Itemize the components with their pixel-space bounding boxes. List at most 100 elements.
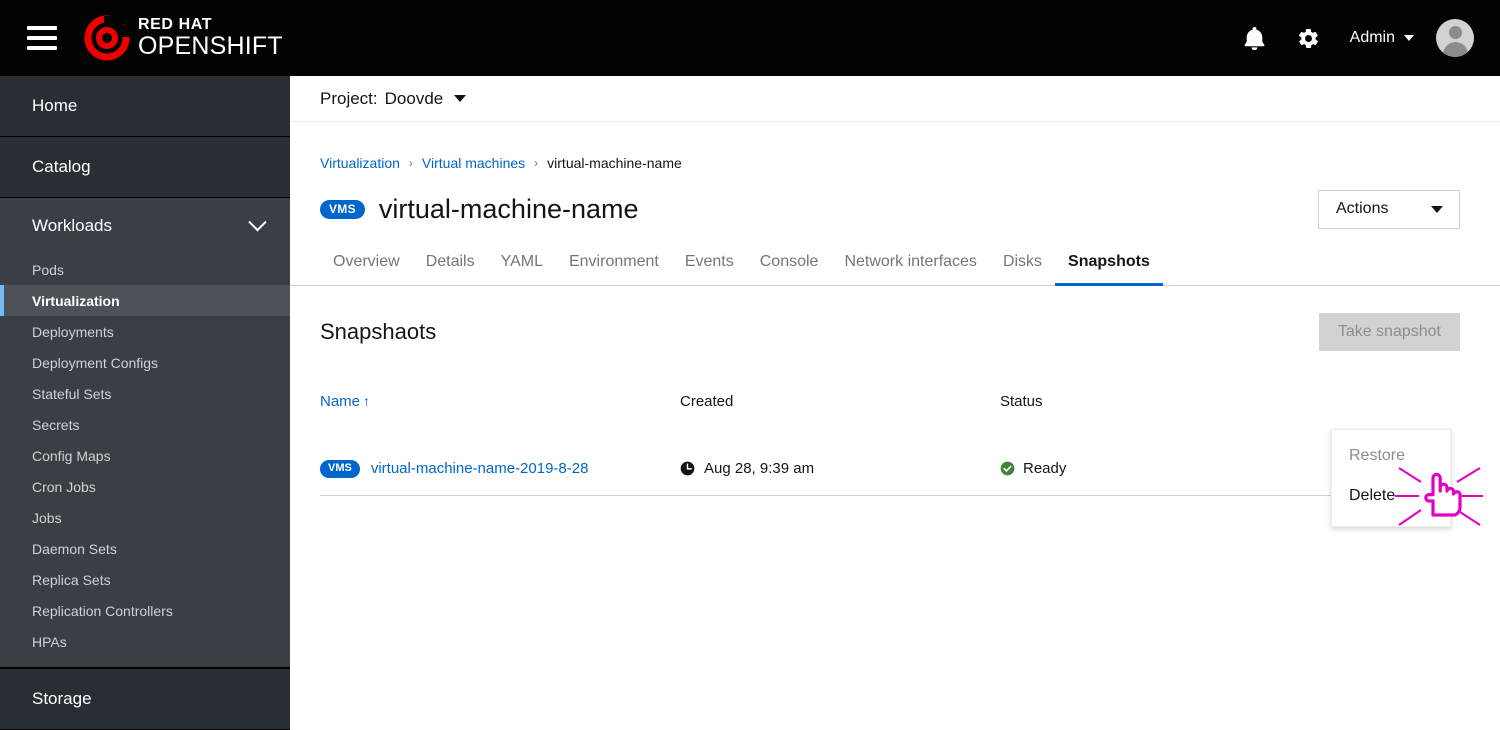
masthead: RED HAT OPENSHIFT Admin: [0, 0, 1500, 76]
user-menu[interactable]: Admin: [1350, 29, 1414, 47]
menu-item-label: Restore: [1349, 447, 1406, 464]
menu-item-delete[interactable]: Delete: [1332, 476, 1450, 516]
openshift-console: RED HAT OPENSHIFT Admin Home Catalog Wor…: [0, 0, 1500, 730]
sidebar-group-workloads: Workloads Pods Virtualization Deployment…: [0, 198, 290, 668]
sidebar-item-replication-controllers[interactable]: Replication Controllers: [0, 595, 290, 626]
table-row: VMS virtual-machine-name-2019-8-28 Aug 2…: [320, 442, 1460, 496]
sidebar-bottom-section: Storage: [0, 668, 290, 730]
project-value: Doovde: [384, 88, 444, 108]
sidebar-item-daemon-sets[interactable]: Daemon Sets: [0, 533, 290, 564]
sidebar-item-replica-sets[interactable]: Replica Sets: [0, 564, 290, 595]
clock-icon: [680, 461, 695, 476]
masthead-actions: Admin: [1228, 11, 1500, 65]
tab-environment[interactable]: Environment: [556, 253, 672, 286]
sidebar-item-hpas[interactable]: HPAs: [0, 626, 290, 657]
sidebar-item-label: Jobs: [32, 509, 62, 526]
breadcrumb-link-virtual-machines[interactable]: Virtual machines: [422, 155, 525, 171]
caret-down-icon: [454, 95, 467, 102]
sidebar-item-label: Config Maps: [32, 447, 111, 464]
status-badge: Ready: [1023, 460, 1067, 477]
sidebar-item-label: Deployment Configs: [32, 354, 159, 371]
sidebar-item-label: Replica Sets: [32, 571, 111, 588]
logo-openshift-text: OPENSHIFT: [138, 32, 283, 60]
tab-label: Overview: [333, 253, 400, 270]
breadcrumb-separator-icon: ›: [408, 156, 413, 170]
sidebar-item-label: Virtualization: [32, 292, 120, 309]
sidebar-item-label: HPAs: [32, 633, 67, 650]
tab-events[interactable]: Events: [672, 253, 747, 286]
tab-overview[interactable]: Overview: [320, 253, 413, 286]
sidebar-item-secrets[interactable]: Secrets: [0, 409, 290, 440]
main-content: Project: Doovde Virtualization › Virtual…: [290, 76, 1500, 730]
tab-disks[interactable]: Disks: [990, 253, 1055, 286]
bell-icon[interactable]: [1228, 11, 1282, 65]
column-header-created[interactable]: Created: [680, 393, 733, 410]
snapshots-table: Name ↑ Created Status VMS virtual-machin…: [290, 388, 1500, 527]
tab-label: Environment: [568, 253, 659, 270]
bell-glyph: [1244, 26, 1265, 50]
breadcrumb-link-virtualization[interactable]: Virtualization: [320, 155, 400, 171]
chevron-down-icon: [1404, 35, 1414, 41]
sidebar-item-label: Stateful Sets: [32, 385, 112, 402]
gear-icon[interactable]: [1282, 11, 1336, 65]
sidebar-top-section: Home Catalog: [0, 76, 290, 198]
sidebar-item-cron-jobs[interactable]: Cron Jobs: [0, 471, 290, 502]
sidebar-group-label: Workloads: [32, 216, 112, 235]
snapshot-name-link[interactable]: virtual-machine-name-2019-8-28: [371, 460, 589, 477]
sidebar-item-home[interactable]: Home: [0, 76, 290, 137]
resource-badge: VMS: [320, 199, 365, 219]
column-header-name[interactable]: Name ↑: [320, 393, 370, 410]
actions-button[interactable]: Actions: [1318, 189, 1460, 229]
redhat-openshift-logo[interactable]: RED HAT OPENSHIFT: [84, 15, 283, 61]
table-header-row: Name ↑ Created Status: [320, 388, 1460, 414]
sidebar-item-label: Catalog: [32, 157, 91, 176]
row-actions-dropdown: Restore Delete: [1331, 429, 1451, 527]
chevron-down-icon: [248, 212, 267, 231]
tab-label: Events: [684, 253, 734, 270]
sidebar-item-label: Secrets: [32, 416, 80, 433]
created-timestamp: Aug 28, 9:39 am: [704, 460, 815, 477]
sidebar-item-label: Home: [32, 96, 78, 115]
sidebar-item-virtualization[interactable]: Virtualization: [0, 285, 290, 316]
tab-label: Snapshots: [1068, 253, 1150, 270]
sidebar-item-pods[interactable]: Pods: [0, 254, 290, 285]
gear-glyph: [1299, 28, 1319, 48]
snapshots-section-header: Snapshaots Take snapshot: [290, 312, 1500, 352]
breadcrumb-separator-icon: ›: [534, 156, 539, 170]
avatar[interactable]: [1436, 19, 1474, 57]
sidebar-item-jobs[interactable]: Jobs: [0, 502, 290, 533]
sidebar-item-config-maps[interactable]: Config Maps: [0, 440, 290, 471]
column-header-status[interactable]: Status: [1000, 393, 1043, 410]
sidebar-item-label: Pods: [32, 261, 64, 278]
sort-ascending-icon: ↑: [363, 393, 371, 409]
sidebar-item-stateful-sets[interactable]: Stateful Sets: [0, 378, 290, 409]
user-menu-label: Admin: [1349, 29, 1395, 46]
tab-label: Network interfaces: [844, 253, 977, 270]
breadcrumb: Virtualization › Virtual machines › virt…: [290, 146, 1500, 180]
sidebar-item-storage[interactable]: Storage: [0, 669, 290, 730]
caret-down-icon: [1431, 205, 1443, 213]
tab-snapshots[interactable]: Snapshots: [1055, 253, 1163, 286]
tab-yaml[interactable]: YAML: [488, 253, 556, 286]
sidebar-item-deployment-configs[interactable]: Deployment Configs: [0, 347, 290, 378]
sidebar-group-header-workloads[interactable]: Workloads: [0, 198, 290, 254]
sidebar-item-deployments[interactable]: Deployments: [0, 316, 290, 347]
cell-name: VMS virtual-machine-name-2019-8-28: [320, 459, 680, 478]
logo-redhat-text: RED HAT: [138, 16, 213, 33]
redhat-logo-icon: [84, 15, 130, 61]
column-header-label: Name: [320, 392, 361, 410]
hamburger-icon[interactable]: [27, 26, 57, 50]
tab-network-interfaces[interactable]: Network interfaces: [831, 253, 990, 286]
sidebar-item-label: Daemon Sets: [32, 540, 117, 557]
tab-label: Details: [425, 253, 475, 270]
tab-console[interactable]: Console: [747, 253, 832, 286]
sidebar-item-catalog[interactable]: Catalog: [0, 137, 290, 198]
take-snapshot-button[interactable]: Take snapshot: [1318, 313, 1460, 351]
menu-item-restore[interactable]: Restore: [1332, 436, 1450, 476]
menu-item-label: Delete: [1349, 487, 1396, 504]
project-label: Project:: [320, 88, 378, 108]
tab-details[interactable]: Details: [413, 253, 488, 286]
resource-badge: VMS: [320, 459, 360, 478]
tab-label: Disks: [1002, 253, 1043, 270]
project-selector[interactable]: Project: Doovde: [290, 76, 1500, 122]
